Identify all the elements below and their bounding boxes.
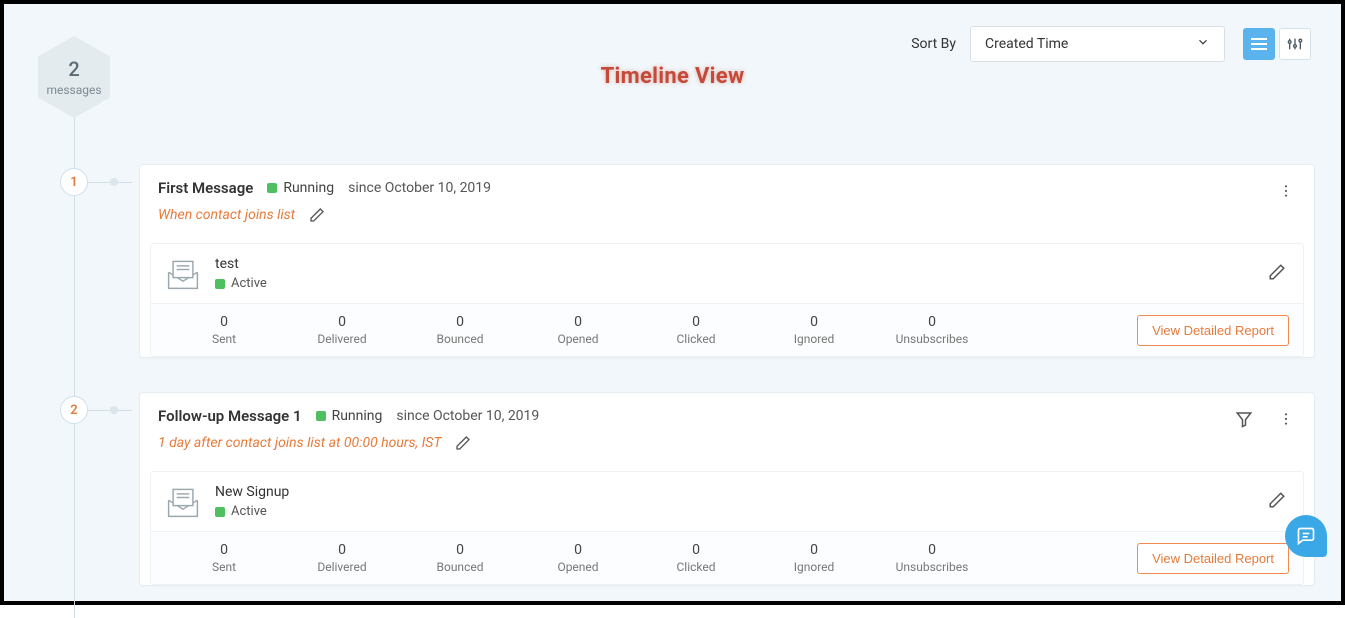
email-icon [165, 485, 201, 519]
chevron-down-icon [1196, 35, 1210, 53]
message-title: First Message [158, 179, 253, 197]
content-status: Active [215, 504, 289, 519]
message-status: Running [316, 408, 383, 424]
message-title: Follow-up Message 1 [158, 407, 302, 425]
filter-button[interactable] [1232, 407, 1256, 431]
content-status: Active [215, 276, 267, 291]
stats-row: 0Sent 0Delivered 0Bounced 0Opened 0Click… [151, 303, 1303, 356]
edit-trigger-button[interactable] [305, 203, 329, 227]
edit-trigger-button[interactable] [451, 431, 475, 455]
status-indicator-icon [215, 507, 225, 517]
page-title: Timeline View [601, 64, 745, 89]
message-card: Follow-up Message 1 Running since Octobe… [139, 392, 1315, 586]
stats-row: 0Sent 0Delivered 0Bounced 0Opened 0Click… [151, 531, 1303, 584]
content-name: New Signup [215, 484, 289, 500]
more-vertical-icon [1278, 183, 1294, 199]
message-status: Running [267, 180, 334, 196]
sort-by-label: Sort By [911, 36, 956, 52]
message-card: First Message Running since October 10, … [139, 164, 1315, 358]
funnel-icon [1235, 410, 1253, 428]
edit-content-button[interactable] [1265, 260, 1289, 284]
chat-icon [1296, 526, 1316, 546]
message-trigger: 1 day after contact joins list at 00:00 … [158, 435, 441, 451]
pencil-icon [455, 435, 471, 451]
more-vertical-icon [1278, 411, 1294, 427]
more-menu-button[interactable] [1274, 407, 1298, 431]
message-count-number: 2 [68, 57, 79, 81]
pencil-icon [1268, 491, 1286, 509]
more-menu-button[interactable] [1274, 179, 1298, 203]
view-settings-button[interactable] [1279, 28, 1311, 60]
timeline-node-1: 1 [60, 168, 88, 196]
message-since: since October 10, 2019 [396, 408, 539, 424]
timeline-connector-dot [110, 178, 118, 186]
email-icon [165, 257, 201, 291]
pencil-icon [1268, 263, 1286, 281]
message-since: since October 10, 2019 [348, 180, 491, 196]
view-detailed-report-button[interactable]: View Detailed Report [1137, 315, 1289, 346]
message-trigger: When contact joins list [158, 207, 295, 223]
content-name: test [215, 256, 267, 272]
sort-by-select[interactable]: Created Time [970, 26, 1225, 62]
pencil-icon [309, 207, 325, 223]
view-detailed-report-button[interactable]: View Detailed Report [1137, 543, 1289, 574]
list-view-icon [1251, 37, 1267, 51]
timeline-node-2: 2 [60, 396, 88, 424]
status-indicator-icon [316, 411, 326, 421]
message-count-badge: 2 messages [38, 36, 110, 118]
edit-content-button[interactable] [1265, 488, 1289, 512]
view-list-button[interactable] [1243, 28, 1275, 60]
sliders-icon [1287, 36, 1303, 52]
status-indicator-icon [215, 279, 225, 289]
chat-help-button[interactable] [1285, 515, 1327, 557]
timeline-connector-dot [110, 406, 118, 414]
sort-by-value: Created Time [985, 36, 1068, 52]
message-count-label: messages [46, 83, 101, 97]
status-indicator-icon [267, 183, 277, 193]
